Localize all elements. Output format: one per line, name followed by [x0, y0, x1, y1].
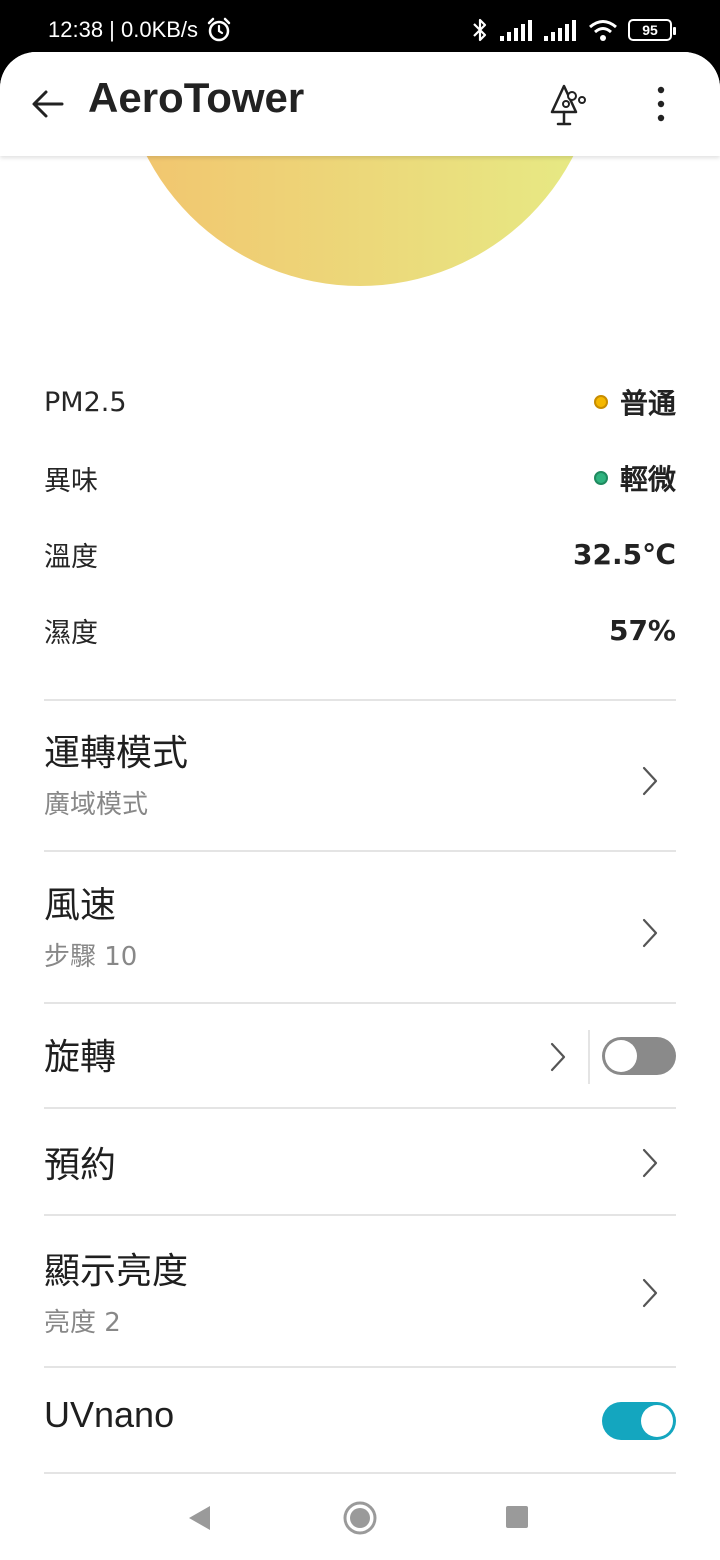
reading-pm25: PM2.5 普通	[44, 382, 676, 422]
reading-value-text: 57%	[608, 613, 676, 647]
setting-operation-mode[interactable]: 運轉模式 廣域模式	[44, 724, 676, 852]
reading-odor: 異味 輕微	[44, 458, 676, 498]
separator	[588, 1030, 590, 1084]
system-nav-bar	[0, 1476, 720, 1560]
chevron-right-icon	[642, 766, 658, 796]
divider	[44, 1366, 676, 1368]
reading-value-text: 輕微	[619, 463, 676, 496]
status-bar: 12:38 | 0.0KB/s 95	[0, 0, 720, 60]
air-quality-sun-illustration	[0, 156, 720, 366]
reading-humidity: 濕度 57%	[44, 610, 676, 650]
nav-recents-icon[interactable]	[505, 1505, 529, 1529]
divider	[44, 850, 676, 852]
tree-icon[interactable]	[544, 82, 590, 128]
app-surface: AeroTower PM2.5 普通 異味 輕微 溫度 32.5℃ 濕度 57%…	[0, 52, 720, 1560]
alarm-icon	[207, 17, 231, 42]
reading-value: 輕微	[593, 458, 676, 498]
status-left: 12:38 | 0.0KB/s	[48, 17, 232, 43]
reading-label: 異味	[44, 465, 98, 497]
sun-graphic	[109, 156, 611, 346]
setting-fan-speed[interactable]: 風速 步驟 10	[44, 876, 676, 1004]
reading-label: 溫度	[44, 541, 98, 573]
wifi-icon	[589, 20, 617, 41]
signal-icon	[500, 20, 532, 41]
chevron-right-icon	[642, 1278, 658, 1308]
setting-title: UVnano	[44, 1394, 175, 1435]
reading-temperature: 溫度 32.5℃	[44, 534, 676, 574]
toggle-knob	[641, 1405, 673, 1437]
reading-value: 普通	[593, 382, 676, 422]
toggle-knob	[605, 1040, 637, 1072]
setting-uvnano[interactable]: UVnano	[44, 1394, 676, 1474]
setting-title: 預約	[44, 1145, 117, 1186]
status-dot-icon	[593, 395, 608, 409]
more-options-icon[interactable]	[646, 84, 676, 124]
divider	[44, 1472, 676, 1474]
status-right: 95	[470, 16, 676, 44]
battery-icon: 95	[628, 19, 676, 41]
status-time-speed: 12:38 | 0.0KB/s	[48, 17, 199, 42]
signal-icon-2	[544, 20, 576, 41]
divider	[44, 1107, 676, 1109]
setting-subtitle: 亮度 2	[44, 1308, 121, 1338]
setting-display-brightness[interactable]: 顯示亮度 亮度 2	[44, 1242, 676, 1368]
app-bar: AeroTower	[0, 52, 720, 156]
setting-title: 風速	[44, 885, 117, 926]
setting-title: 顯示亮度	[44, 1251, 189, 1292]
setting-title: 運轉模式	[44, 733, 189, 774]
battery-level: 95	[642, 22, 658, 38]
reading-label: 濕度	[44, 617, 98, 649]
setting-subtitle: 廣域模式	[44, 790, 149, 820]
nav-back-icon[interactable]	[186, 1504, 212, 1532]
page-title: AeroTower	[88, 74, 305, 121]
reading-label: PM2.5	[44, 386, 127, 418]
reading-value-text: 32.5℃	[573, 537, 676, 571]
bluetooth-icon	[473, 18, 487, 42]
uvnano-toggle[interactable]	[602, 1402, 676, 1440]
divider	[44, 1214, 676, 1216]
back-arrow-icon[interactable]	[30, 86, 66, 122]
setting-schedule[interactable]: 預約	[44, 1136, 676, 1216]
chevron-right-icon	[642, 1148, 658, 1178]
chevron-right-icon[interactable]	[548, 1040, 568, 1074]
reading-value-text: 普通	[619, 387, 676, 420]
status-dot-icon	[593, 471, 608, 485]
nav-home-icon[interactable]	[342, 1500, 378, 1536]
setting-title: 旋轉	[44, 1037, 117, 1078]
divider	[44, 699, 676, 701]
divider	[44, 1002, 676, 1004]
setting-oscillation[interactable]: 旋轉	[44, 1028, 676, 1108]
setting-subtitle: 步驟 10	[44, 942, 138, 972]
oscillation-toggle[interactable]	[602, 1037, 676, 1075]
chevron-right-icon	[642, 918, 658, 948]
